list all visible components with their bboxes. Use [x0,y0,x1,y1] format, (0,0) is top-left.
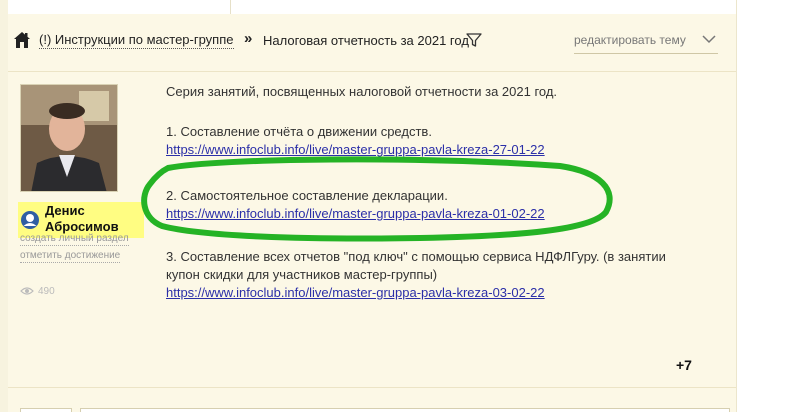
post-item-2-link[interactable]: https://www.infoclub.info/live/master-gr… [166,206,545,221]
post-intro: Серия занятий, посвященных налоговой отч… [166,84,558,99]
create-section-link[interactable]: создать личный раздел [20,233,129,246]
post-footer-divider [8,387,736,388]
chevron-down-icon [702,35,716,44]
bottom-tab[interactable] [20,408,72,412]
top-page-block [230,0,736,14]
edit-topic-label: редактировать тему [574,33,686,47]
breadcrumb-parent-link[interactable]: (!) Инструкции по мастер-группе [39,31,234,49]
header-divider [8,71,736,72]
topic-header: (!) Инструкции по мастер-группе » Налого… [8,24,736,56]
home-icon[interactable] [13,31,31,49]
post-item-1-text: 1. Составление отчёта о движении средств… [166,124,432,139]
post-item-3-text-cont: купон скидки для участников мастер-групп… [166,267,438,282]
avatar-photo [21,85,117,191]
filter-icon[interactable] [466,32,482,48]
eye-icon [20,287,34,295]
author-avatar[interactable] [20,84,118,192]
post-item-1-link[interactable]: https://www.infoclub.info/live/master-gr… [166,142,545,157]
author-first-name: Денис [45,203,85,218]
post-item-2-text: 2. Самостоятельное составление деклараци… [166,188,448,203]
views-counter: 490 [20,286,55,297]
right-margin [736,0,800,412]
author-name[interactable]: Денис Абросимов [45,203,145,235]
breadcrumb-separator: » [244,30,253,47]
views-count: 490 [38,286,55,297]
left-strip [0,0,8,412]
plus-count[interactable]: +7 [676,357,692,373]
post-item-3-text: 3. Составление всех отчетов "под ключ" с… [166,249,666,264]
reply-input[interactable] [80,408,730,412]
breadcrumb-current: Налоговая отчетность за 2021 год [263,33,469,48]
edit-topic-dropdown[interactable]: редактировать тему [574,32,718,54]
topic-panel: (!) Инструкции по мастер-группе » Налого… [8,14,736,412]
post-item-3-link[interactable]: https://www.infoclub.info/live/master-gr… [166,285,545,300]
user-icon [21,211,39,229]
mark-achievement-link[interactable]: отметить достижение [20,250,121,263]
